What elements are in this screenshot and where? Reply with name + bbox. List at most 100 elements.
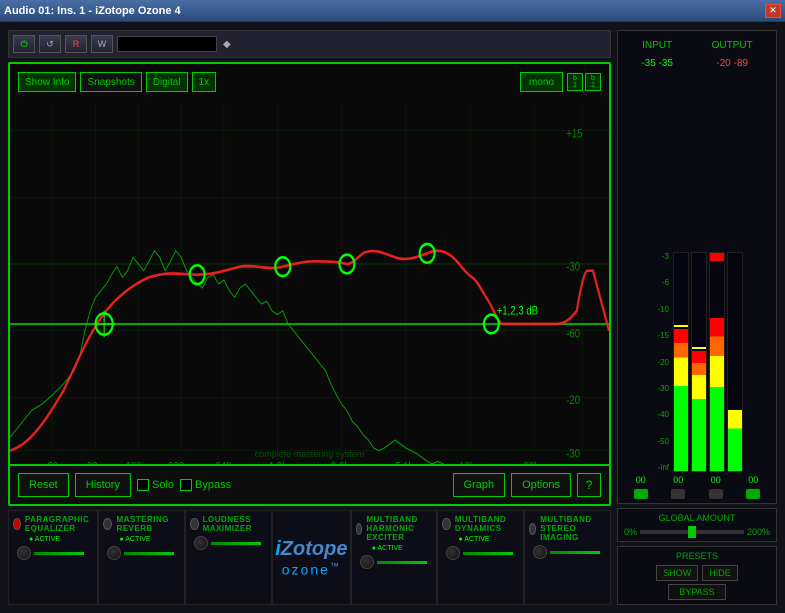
meter-bottom-labels: 00 00 00 00	[622, 475, 772, 485]
title-bar: Audio 01: Ins. 1 - iZotope Ozone 4 ✕	[0, 0, 785, 22]
ch-b1-button[interactable]: b1	[567, 73, 583, 91]
reset-button[interactable]: Reset	[18, 473, 69, 497]
module-slider[interactable]	[124, 552, 174, 555]
right-panel: INPUT -35 -35 OUTPUT -20 -89 -3 -6 -10 -…	[617, 30, 777, 605]
window-title: Audio 01: Ins. 1 - iZotope Ozone 4	[4, 5, 181, 17]
module-name: PARAGRAPHIC EQUALIZER	[25, 515, 94, 533]
izotope-product: ozone™	[275, 561, 347, 578]
scale-label: -50	[657, 437, 669, 446]
module-knobs	[194, 536, 261, 550]
svg-text:-20: -20	[566, 394, 580, 407]
module-indicator[interactable]	[442, 518, 450, 530]
options-button[interactable]: Options	[511, 473, 571, 497]
vu-meters-section: INPUT -35 -35 OUTPUT -20 -89 -3 -6 -10 -…	[617, 30, 777, 504]
power-button[interactable]: ⏻	[13, 35, 35, 53]
module-slider[interactable]	[211, 542, 261, 545]
graph-button[interactable]: Graph	[453, 473, 506, 497]
module-knob[interactable]	[533, 545, 547, 559]
led[interactable]	[671, 489, 685, 499]
scale-label: -40	[657, 410, 669, 419]
module-knob[interactable]	[360, 555, 374, 569]
module-slider[interactable]	[463, 552, 513, 555]
module-indicator[interactable]	[356, 523, 363, 535]
bypass-checkbox[interactable]	[180, 479, 192, 491]
led[interactable]	[746, 489, 760, 499]
module-indicator[interactable]	[13, 518, 21, 530]
module-knob[interactable]	[446, 546, 460, 560]
digital-button[interactable]: Digital	[146, 72, 188, 92]
bypass-label: Bypass	[195, 479, 231, 491]
svg-text:-30: -30	[566, 447, 580, 460]
module-knob[interactable]	[107, 546, 121, 560]
record-button[interactable]: R	[65, 35, 87, 53]
history-button[interactable]: History	[75, 473, 131, 497]
module-stereo-imaging: MULTIBAND STEREO IMAGING	[524, 510, 611, 605]
hide-presets-button[interactable]: HIDE	[702, 565, 738, 581]
transport-display	[117, 36, 217, 52]
output-meters	[709, 252, 743, 472]
solo-checkbox[interactable]	[137, 479, 149, 491]
show-info-button[interactable]: Show Info	[18, 72, 76, 92]
led[interactable]	[634, 489, 648, 499]
module-indicator[interactable]	[103, 518, 112, 530]
transport-bar: ⏻ ↺ R W ◆	[8, 30, 611, 58]
mono-button[interactable]: mono	[520, 72, 563, 92]
module-header: PARAGRAPHIC EQUALIZER	[13, 515, 93, 533]
led[interactable]	[709, 489, 723, 499]
peak-right	[692, 347, 706, 349]
meter-label: 00	[748, 475, 758, 485]
module-active: ● ACTIVE	[29, 536, 60, 543]
module-header: LOUDNESS MAXIMIZER	[190, 515, 267, 533]
module-header: MULTIBAND STEREO IMAGING	[529, 515, 606, 542]
module-indicator[interactable]	[529, 523, 536, 535]
input-meter-left	[674, 329, 688, 471]
scale-label: -6	[662, 278, 669, 287]
izotope-logo: iZotope ozone™	[272, 510, 351, 605]
module-header: MASTERING REVERB	[103, 515, 180, 533]
bypass-checkbox-label[interactable]: Bypass	[180, 479, 231, 491]
module-slider[interactable]	[550, 551, 600, 554]
output-label: OUTPUT	[712, 40, 753, 51]
multiplier-button[interactable]: 1x	[192, 72, 217, 92]
loop-button[interactable]: ↺	[39, 35, 61, 53]
ch-b2-button[interactable]: b2	[585, 73, 601, 91]
module-multiband-dynamics: MULTIBAND DYNAMICS ● ACTIVE	[437, 510, 524, 605]
presets-section: PRESETS SHOW HIDE BYPASS	[617, 546, 777, 605]
show-presets-button[interactable]: SHOW	[656, 565, 698, 581]
global-slider-thumb[interactable]	[688, 526, 696, 538]
module-slider[interactable]	[377, 561, 427, 564]
module-knob[interactable]	[17, 546, 31, 560]
eq-display: 20 80 160 320 640 1.2k 2.6k 5.1k 10k 20k…	[8, 62, 611, 506]
module-paragraphic-eq: PARAGRAPHIC EQUALIZER ● ACTIVE	[8, 510, 98, 605]
module-name: MULTIBAND DYNAMICS	[455, 515, 519, 533]
global-amount-label: GLOBAL AMOUNT	[624, 513, 770, 523]
module-name: MULTIBAND HARMONIC EXCITER	[366, 515, 432, 542]
svg-text:-60: -60	[566, 327, 580, 340]
global-slider[interactable]	[640, 530, 744, 534]
write-button[interactable]: W	[91, 35, 113, 53]
left-panel: ⏻ ↺ R W ◆	[8, 30, 611, 605]
module-header: MULTIBAND DYNAMICS	[442, 515, 519, 533]
scale-label: -10	[657, 305, 669, 314]
clip-indicator	[710, 253, 724, 261]
module-name: MASTERING REVERB	[116, 515, 180, 533]
scale-label: -inf	[658, 463, 669, 472]
module-name: MULTIBAND STEREO IMAGING	[540, 515, 606, 542]
input-value: -35 -35	[641, 58, 673, 69]
solo-label: Solo	[152, 479, 174, 491]
module-harmonic-exciter: MULTIBAND HARMONIC EXCITER ● ACTIVE	[351, 510, 438, 605]
module-knob[interactable]	[194, 536, 208, 550]
module-active: ● ACTIVE	[372, 545, 403, 552]
snapshots-button[interactable]: Snapshots	[80, 72, 141, 92]
presets-label: PRESETS	[624, 551, 770, 561]
bypass-right-button[interactable]: BYPASS	[668, 584, 725, 600]
module-knobs	[446, 546, 513, 560]
module-active: ● ACTIVE	[458, 536, 489, 543]
help-button[interactable]: ?	[577, 473, 601, 497]
close-button[interactable]: ✕	[765, 4, 781, 18]
solo-checkbox-label[interactable]: Solo	[137, 479, 174, 491]
module-indicator[interactable]	[190, 518, 198, 530]
module-slider[interactable]	[34, 552, 84, 555]
meter-label: 00	[636, 475, 646, 485]
module-name: LOUDNESS MAXIMIZER	[203, 515, 267, 533]
